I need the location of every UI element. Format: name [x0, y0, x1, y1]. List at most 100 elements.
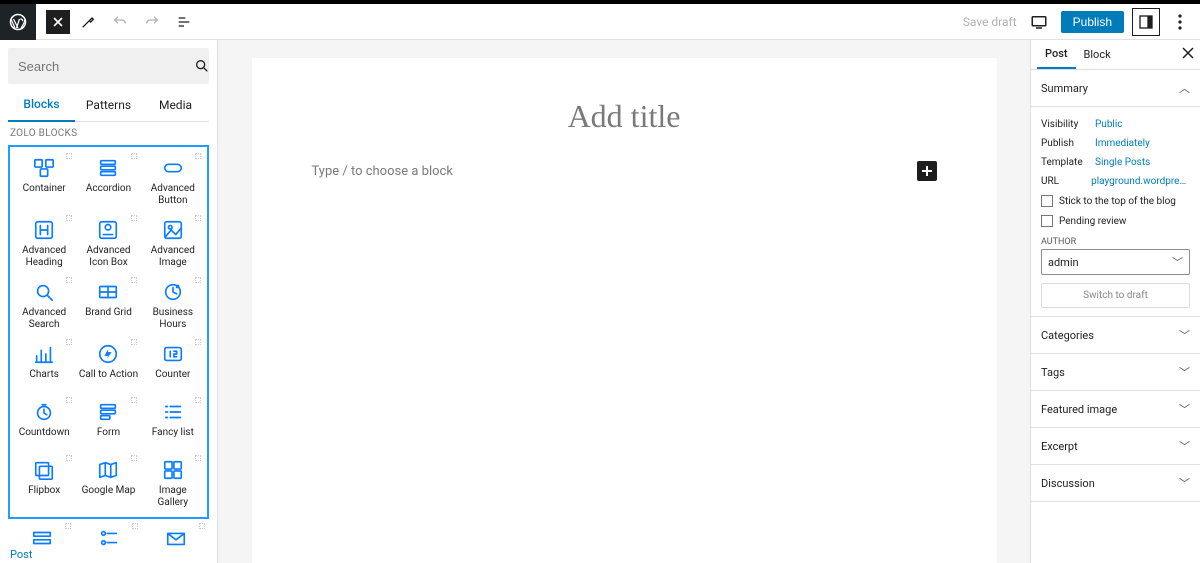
- block-icon: [162, 281, 184, 303]
- block-item[interactable]: Form: [76, 395, 140, 451]
- publish-value[interactable]: Immediately: [1095, 138, 1150, 149]
- sidebar-toggle-icon[interactable]: [1132, 8, 1160, 36]
- drag-handle-icon: [131, 397, 137, 403]
- block-item[interactable]: Charts: [12, 337, 76, 393]
- block-label: Accordion: [86, 183, 131, 203]
- sidebar-tab-block[interactable]: Block: [1076, 40, 1119, 69]
- block-item[interactable]: Call to Action: [76, 337, 140, 393]
- block-icon: [162, 343, 184, 365]
- visibility-label: Visibility: [1041, 119, 1095, 130]
- block-label: Counter: [155, 369, 190, 389]
- close-sidebar-icon[interactable]: [1182, 47, 1194, 59]
- summary-heading: Summary: [1041, 82, 1088, 95]
- tab-blocks[interactable]: Blocks: [8, 88, 75, 122]
- block-icon: [165, 527, 187, 549]
- tools-icon[interactable]: [74, 8, 102, 36]
- save-draft-button[interactable]: Save draft: [963, 15, 1017, 29]
- block-item[interactable]: Fancy list: [141, 395, 205, 451]
- drag-handle-icon: [195, 215, 201, 221]
- block-item[interactable]: Advanced Search: [12, 275, 76, 335]
- block-item[interactable]: Advanced Icon Box: [76, 213, 140, 273]
- drag-handle-icon: [131, 339, 137, 345]
- drag-handle-icon: [195, 277, 201, 283]
- tags-panel[interactable]: Tags﹀: [1031, 354, 1200, 391]
- block-item[interactable]: Google Map: [76, 453, 140, 513]
- tab-patterns[interactable]: Patterns: [75, 88, 142, 122]
- block-item[interactable]: Brand Grid: [76, 275, 140, 335]
- visibility-value[interactable]: Public: [1095, 119, 1123, 130]
- tab-media[interactable]: Media: [142, 88, 209, 122]
- block-icon: [162, 219, 184, 241]
- block-label: Container: [23, 183, 66, 203]
- block-label: Countdown: [19, 427, 70, 447]
- block-item[interactable]: Business Hours: [141, 275, 205, 335]
- drag-handle-icon: [66, 215, 72, 221]
- template-value[interactable]: Single Posts: [1095, 157, 1150, 168]
- block-item[interactable]: Advanced Heading: [12, 213, 76, 273]
- block-label: Image Gallery: [143, 485, 203, 509]
- block-icon: [33, 157, 55, 179]
- drag-handle-icon: [131, 153, 137, 159]
- wp-logo-icon[interactable]: [0, 4, 36, 40]
- excerpt-panel[interactable]: Excerpt﹀: [1031, 428, 1200, 465]
- block-label: Charts: [29, 369, 59, 389]
- discussion-panel[interactable]: Discussion﹀: [1031, 465, 1200, 502]
- block-item[interactable]: Flipbox: [12, 453, 76, 513]
- drag-handle-icon: [66, 277, 72, 283]
- drag-handle-icon: [131, 277, 137, 283]
- undo-icon[interactable]: [106, 8, 134, 36]
- options-menu-icon[interactable]: [1168, 10, 1192, 34]
- switch-to-draft-button[interactable]: Switch to draft: [1041, 283, 1190, 308]
- redo-icon[interactable]: [138, 8, 166, 36]
- block-icon: [97, 219, 119, 241]
- block-inserter-panel: Blocks Patterns Media ZOLO BLOCKS Contai…: [0, 40, 218, 563]
- url-label: URL: [1041, 176, 1091, 187]
- summary-panel-header[interactable]: Summary ︿: [1031, 70, 1200, 107]
- preview-icon[interactable]: [1025, 8, 1053, 36]
- block-item[interactable]: Countdown: [12, 395, 76, 451]
- block-item[interactable]: Advanced Image: [141, 213, 205, 273]
- add-block-button[interactable]: [917, 161, 937, 181]
- sidebar-tab-post[interactable]: Post: [1037, 40, 1076, 69]
- publish-button[interactable]: Publish: [1061, 11, 1124, 33]
- featured-image-panel[interactable]: Featured image﹀: [1031, 391, 1200, 428]
- block-label: Advanced Button: [143, 183, 203, 207]
- editor-canvas: Add title Type / to choose a block: [218, 40, 1030, 563]
- block-item[interactable]: Counter: [141, 337, 205, 393]
- drag-handle-icon: [195, 339, 201, 345]
- post-title-input[interactable]: Add title: [252, 98, 997, 135]
- drag-handle-icon: [66, 397, 72, 403]
- block-icon: [97, 157, 119, 179]
- drag-handle-icon: [195, 397, 201, 403]
- drag-handle-icon: [66, 455, 72, 461]
- block-item[interactable]: [142, 521, 209, 563]
- block-icon: [98, 527, 120, 549]
- stick-top-checkbox[interactable]: Stick to the top of the blog: [1041, 191, 1190, 211]
- toolbar-right: Save draft Publish: [963, 8, 1192, 36]
- block-item[interactable]: Image Gallery: [141, 453, 205, 513]
- document-overview-icon[interactable]: [170, 8, 198, 36]
- block-item[interactable]: [75, 521, 142, 563]
- chevron-down-icon: ﹀: [1179, 364, 1190, 380]
- close-inserter-button[interactable]: [46, 10, 70, 34]
- inserter-tabs: Blocks Patterns Media: [8, 88, 209, 122]
- block-prompt[interactable]: Type / to choose a block: [312, 164, 917, 179]
- block-icon: [31, 527, 53, 549]
- block-search[interactable]: [8, 48, 209, 84]
- block-label: Advanced Heading: [14, 245, 74, 269]
- url-value[interactable]: playground.wordpress...: [1091, 176, 1190, 187]
- block-search-input[interactable]: [18, 59, 194, 74]
- block-icon: [97, 281, 119, 303]
- summary-panel: VisibilityPublic PublishImmediately Temp…: [1031, 107, 1200, 317]
- inserter-footer-link[interactable]: Post: [10, 548, 32, 561]
- drag-handle-icon: [195, 455, 201, 461]
- block-icon: [33, 343, 55, 365]
- pending-review-checkbox[interactable]: Pending review: [1041, 211, 1190, 231]
- categories-panel[interactable]: Categories﹀: [1031, 317, 1200, 354]
- search-icon: [194, 58, 210, 74]
- drag-handle-icon: [199, 523, 205, 529]
- block-item[interactable]: Accordion: [76, 151, 140, 211]
- block-item[interactable]: Advanced Button: [141, 151, 205, 211]
- block-item[interactable]: Container: [12, 151, 76, 211]
- author-select[interactable]: admin ﹀: [1041, 249, 1190, 275]
